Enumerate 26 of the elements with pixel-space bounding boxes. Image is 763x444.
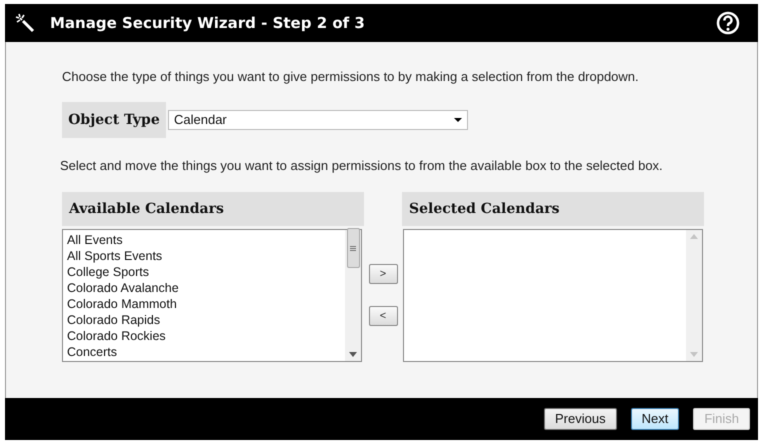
- wizard-button[interactable]: Previous: [544, 408, 617, 430]
- scrollbar-drawing[interactable]: [686, 230, 702, 361]
- list-item[interactable]: College Sports: [67, 264, 345, 280]
- intro-text: Choose the type of things you want to give permissions to by making a selection from the dropdown.: [62, 69, 639, 85]
- caret-icon: [454, 118, 462, 122]
- wizard-button[interactable]: Next: [630, 408, 680, 430]
- list-item[interactable]: Colorado Mammoth: [67, 296, 345, 312]
- list-item[interactable]: All Sports Events: [67, 248, 345, 264]
- window-title: Manage Security Wizard - Step 2 of 3: [50, 12, 365, 34]
- panel-header: Available Calendars: [62, 192, 364, 226]
- instructions-text: Select and move the things you want to assign permissions to from the available box to the selected box.: [60, 158, 663, 174]
- scrollbar-drawing[interactable]: [345, 230, 361, 361]
- move-button[interactable]: <: [368, 306, 398, 326]
- object-type-dropdown[interactable]: Calendar: [168, 110, 468, 130]
- list-item[interactable]: Concerts: [67, 344, 345, 360]
- list-item[interactable]: Colorado Rapids: [67, 312, 345, 328]
- list-item[interactable]: All Events: [67, 232, 345, 248]
- magic-wand-icon: [15, 13, 35, 33]
- help-icon[interactable]: [716, 11, 740, 35]
- list-item[interactable]: Colorado Avalanche: [67, 280, 345, 296]
- panel-header: Selected Calendars: [402, 192, 704, 226]
- list-item[interactable]: Colorado Rockies: [67, 328, 345, 344]
- object-type-label: Object Type: [62, 102, 166, 138]
- selected-list[interactable]: [403, 229, 703, 362]
- move-button[interactable]: >: [368, 264, 398, 284]
- available-list[interactable]: All Events All Sports Events College Sports Colorado Avalanche Colorado Mammoth Colorado Rapids Colorado Rockies Concerts: [62, 229, 362, 362]
